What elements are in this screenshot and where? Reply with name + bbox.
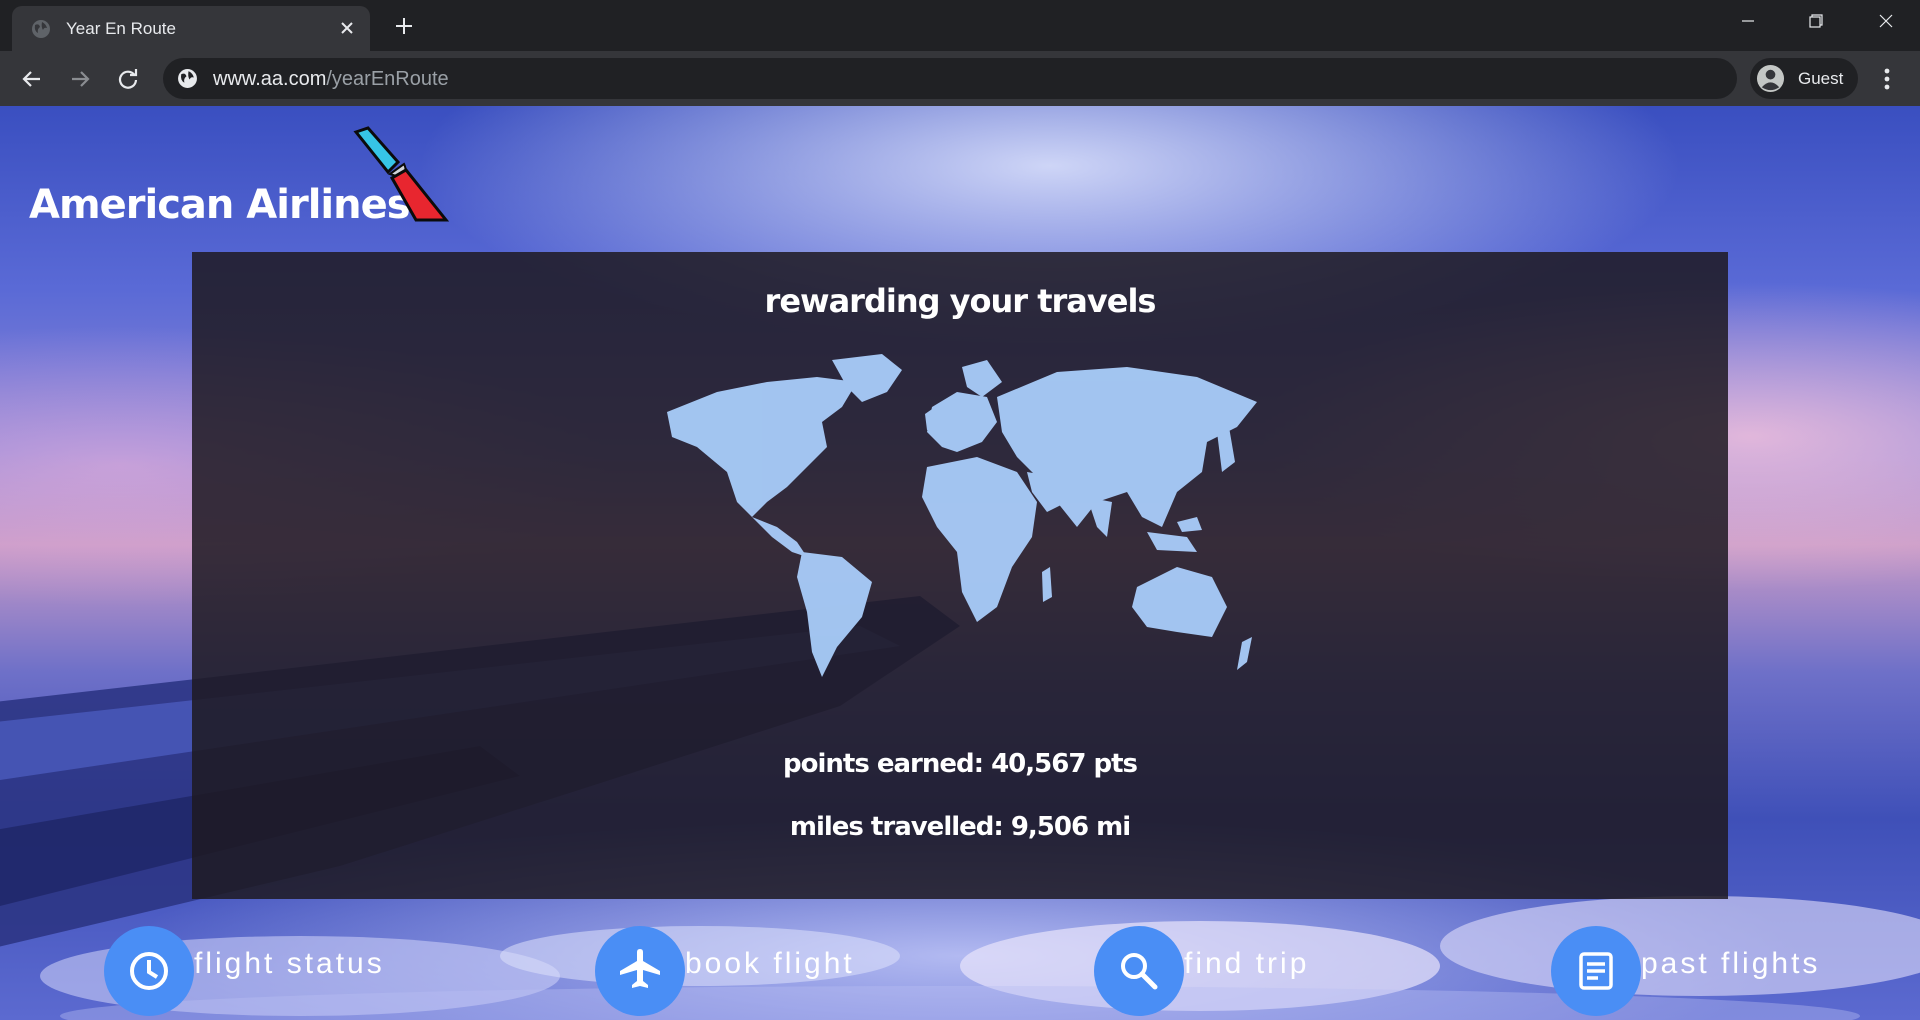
back-arrow-icon[interactable]	[17, 64, 47, 94]
browser-tab[interactable]: Year En Route	[12, 6, 370, 51]
past-flights-label[interactable]: past flights	[1641, 947, 1820, 981]
flight-status-label[interactable]: flight status	[194, 947, 385, 981]
search-icon[interactable]	[1094, 926, 1184, 1016]
profile-label: Guest	[1798, 69, 1844, 88]
new-tab-icon[interactable]	[391, 13, 417, 39]
profile-button[interactable]: Guest	[1750, 58, 1858, 99]
clock-icon[interactable]	[104, 926, 194, 1016]
url-host: www.aa.com	[213, 68, 327, 90]
tab-title: Year En Route	[66, 19, 176, 38]
browser-titlebar: Year En Route	[0, 0, 1920, 51]
document-icon[interactable]	[1551, 926, 1641, 1016]
points-earned: points earned: 40,567 pts	[783, 749, 1138, 779]
panel-title: rewarding your travels	[764, 282, 1157, 320]
browser-toolbar: www.aa.com/yearEnRoute Guest	[0, 51, 1920, 106]
restore-icon[interactable]	[1782, 0, 1850, 42]
travel-rewards-panel: rewarding your travels points earned: 40…	[192, 252, 1728, 899]
find-trip-label[interactable]: find trip	[1184, 947, 1309, 981]
globe-icon	[32, 20, 50, 38]
airplane-icon[interactable]	[595, 926, 685, 1016]
book-flight-label[interactable]: book flight	[685, 947, 855, 981]
globe-icon	[178, 69, 197, 88]
account-icon	[1756, 64, 1785, 93]
url-path: /yearEnRoute	[326, 68, 449, 90]
address-bar[interactable]: www.aa.com/yearEnRoute	[163, 58, 1737, 99]
close-window-icon[interactable]	[1852, 0, 1920, 42]
close-tab-icon[interactable]	[336, 17, 358, 39]
airline-logo-icon	[353, 126, 450, 222]
more-menu-icon[interactable]	[1872, 64, 1902, 94]
reload-icon[interactable]	[113, 64, 143, 94]
page-viewport: American Airlines rewarding your travels	[0, 106, 1920, 1020]
minimize-icon[interactable]	[1714, 0, 1782, 42]
world-map-image	[667, 354, 1257, 677]
miles-travelled: miles travelled: 9,506 mi	[789, 812, 1131, 842]
url-text: www.aa.com/yearEnRoute	[213, 68, 449, 91]
forward-arrow-icon[interactable]	[65, 64, 95, 94]
